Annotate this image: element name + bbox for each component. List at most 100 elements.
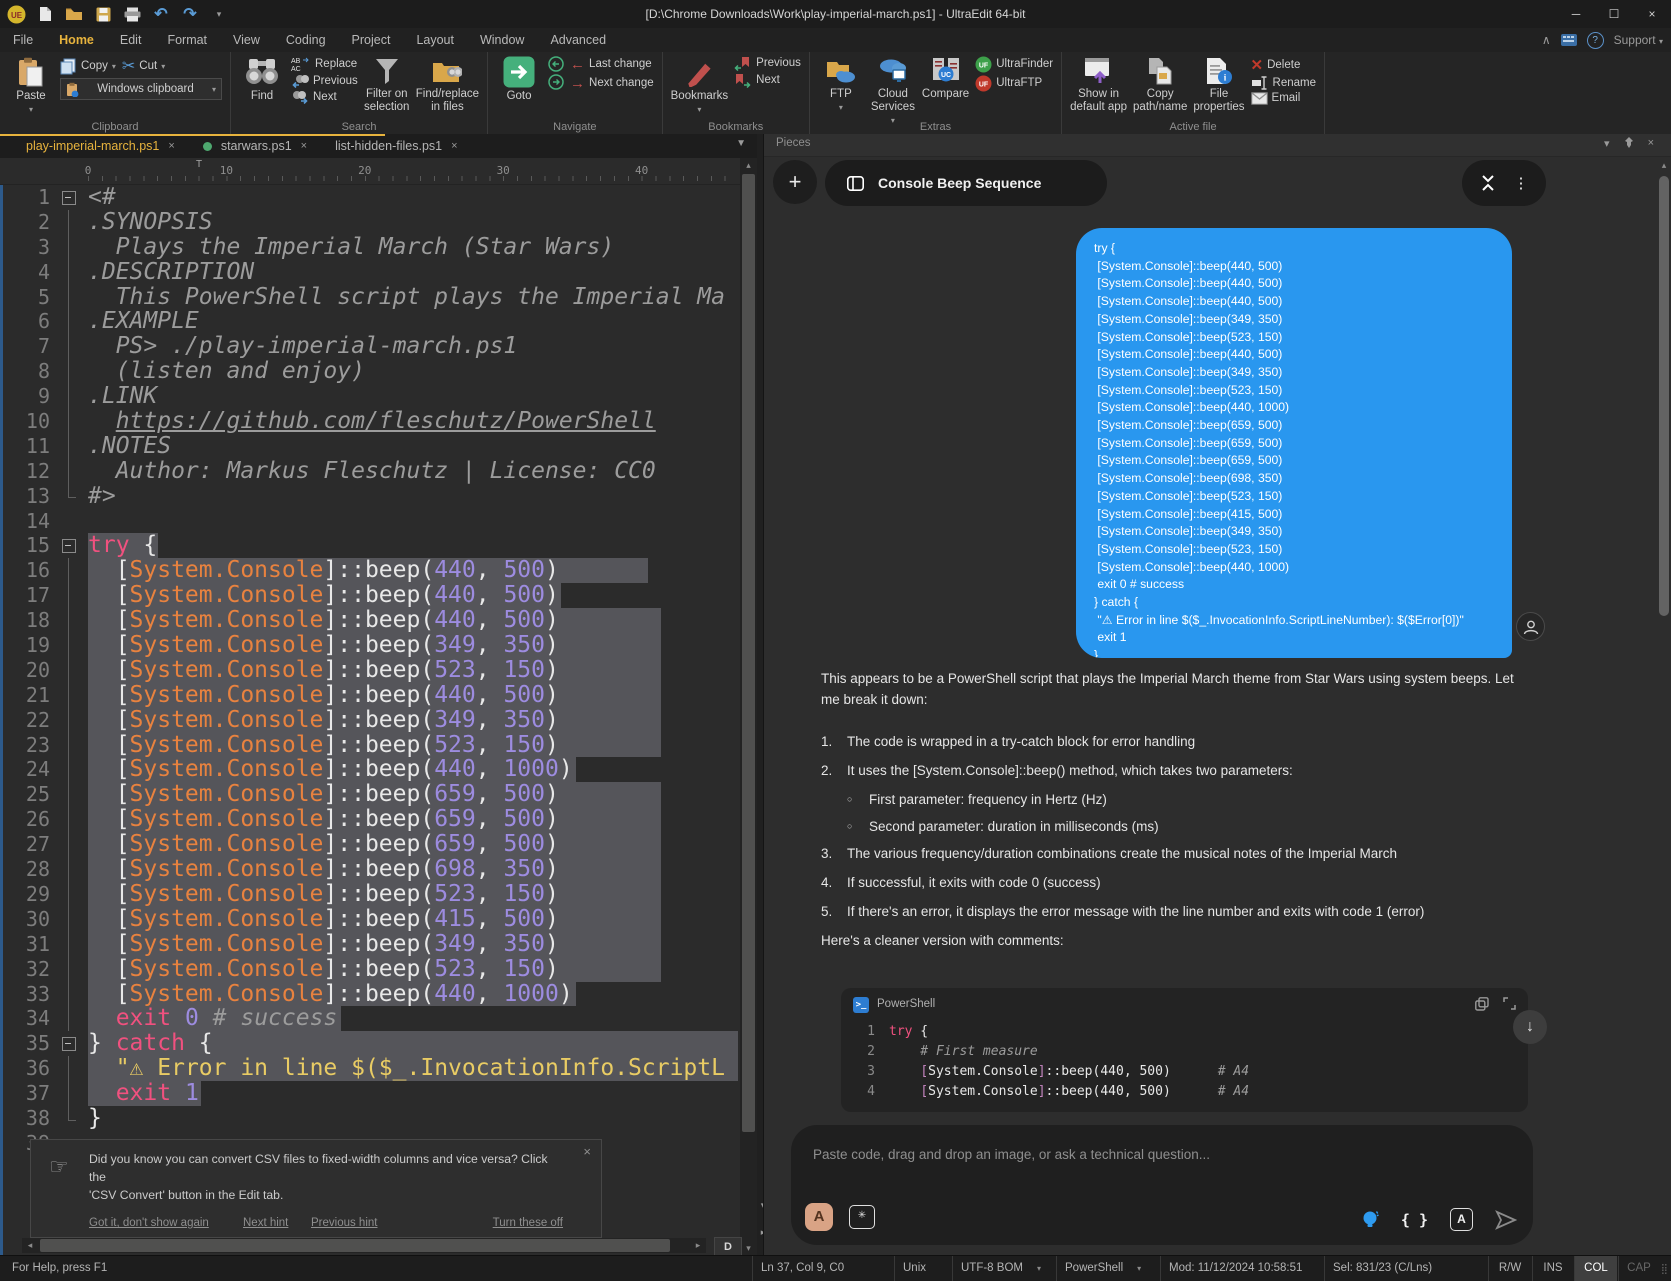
code-line[interactable]: 12 Author: Markus Fleschutz | License: C… bbox=[0, 459, 740, 484]
cloud-services-button[interactable]: Cloud Services▾ bbox=[870, 56, 916, 125]
ue-logo-icon[interactable]: UE bbox=[6, 4, 26, 24]
copy-path-name-button[interactable]: Copy path/name bbox=[1133, 56, 1187, 114]
pieces-scroll-thumb[interactable] bbox=[1659, 176, 1669, 616]
close-icon[interactable]: × bbox=[583, 1144, 591, 1159]
fold-toggle-icon[interactable] bbox=[62, 191, 76, 205]
code-line[interactable]: 37 exit 1 bbox=[0, 1081, 740, 1106]
code-line[interactable]: 29 [System.Console]::beep(523, 150) bbox=[0, 882, 740, 907]
show-in-default-app-button[interactable]: Show in default app bbox=[1070, 56, 1127, 114]
previous-button[interactable]: Previous bbox=[734, 56, 801, 71]
code-line[interactable]: 36 "⚠ Error in line $($_.InvocationInfo.… bbox=[0, 1056, 740, 1081]
close-icon[interactable]: × bbox=[301, 140, 307, 152]
menu-coding[interactable]: Coding bbox=[273, 28, 339, 52]
menu-view[interactable]: View bbox=[220, 28, 273, 52]
kebab-menu-icon[interactable]: ⋮ bbox=[1514, 174, 1529, 192]
goto-button[interactable]: Goto bbox=[496, 56, 542, 103]
close-icon[interactable]: × bbox=[1648, 137, 1654, 150]
open-folder-icon[interactable] bbox=[64, 4, 84, 24]
resize-grip[interactable]: ⣿ bbox=[1661, 1264, 1669, 1275]
code-line[interactable]: 22 [System.Console]::beep(349, 350) bbox=[0, 708, 740, 733]
ultrafinder-button[interactable]: UFUltraFinder bbox=[975, 56, 1053, 73]
delete-button[interactable]: ✕Delete bbox=[1251, 56, 1301, 74]
expand-code-icon[interactable] bbox=[1503, 997, 1516, 1011]
rename-button[interactable]: Rename bbox=[1251, 76, 1316, 90]
next-button[interactable]: Next bbox=[734, 73, 780, 88]
pieces-scrollbar[interactable]: ▴ bbox=[1658, 158, 1670, 1253]
email-button[interactable]: Email bbox=[1251, 92, 1301, 105]
redo-icon[interactable]: ↷ bbox=[180, 4, 200, 24]
status-powershell[interactable]: PowerShell▾ bbox=[1056, 1256, 1161, 1281]
last-change-button[interactable]: ←Last change bbox=[570, 56, 652, 73]
snippet-chat-icon[interactable]: ✳ bbox=[849, 1205, 875, 1229]
find-replace-in-files-button[interactable]: Find/replace in files bbox=[416, 56, 479, 114]
code-line[interactable]: 8 (listen and enjoy) bbox=[0, 359, 740, 384]
code-line[interactable]: 6.EXAMPLE bbox=[0, 309, 740, 334]
menu-window[interactable]: Window bbox=[467, 28, 537, 52]
code-line[interactable]: 17 [System.Console]::beep(440, 500) bbox=[0, 583, 740, 608]
scroll-to-bottom-button[interactable]: ↓ bbox=[1513, 1010, 1547, 1044]
ftp-button[interactable]: FTP▾ bbox=[818, 56, 864, 112]
code-line[interactable]: 20 [System.Console]::beep(523, 150) bbox=[0, 658, 740, 683]
next-button[interactable]: Next bbox=[291, 90, 337, 104]
vertical-scroll-thumb[interactable] bbox=[742, 174, 755, 1132]
keyboard-icon[interactable] bbox=[1561, 34, 1577, 46]
code-line[interactable]: 7 PS> ./play-imperial-march.ps1 bbox=[0, 334, 740, 359]
status-utf-8-bom[interactable]: UTF-8 BOM▾ bbox=[952, 1256, 1057, 1281]
code-line[interactable]: 18 [System.Console]::beep(440, 500) bbox=[0, 608, 740, 633]
close-button[interactable]: × bbox=[1633, 0, 1671, 28]
code-line[interactable]: 34 exit 0 # success bbox=[0, 1006, 740, 1031]
tab-play-imperial-march-ps1[interactable]: play-imperial-march.ps1× bbox=[14, 134, 187, 158]
status-ins[interactable]: INS bbox=[1532, 1256, 1573, 1281]
status-sel[interactable]: Sel: 831/23 (C/Lns) bbox=[1324, 1256, 1453, 1281]
file-properties-button[interactable]: iFile properties bbox=[1193, 56, 1244, 114]
copy-code-icon[interactable] bbox=[1475, 997, 1489, 1011]
code-line[interactable]: 25 [System.Console]::beep(659, 500) bbox=[0, 782, 740, 807]
code-line[interactable]: 23 [System.Console]::beep(523, 150) bbox=[0, 733, 740, 758]
status-r-w[interactable]: R/W bbox=[1488, 1256, 1531, 1281]
document-map-button[interactable]: D bbox=[714, 1237, 742, 1255]
pin-icon[interactable] bbox=[1624, 137, 1634, 150]
code-line[interactable]: 26 [System.Console]::beep(659, 500) bbox=[0, 807, 740, 832]
fold-toggle-icon[interactable] bbox=[62, 1037, 76, 1051]
menu-project[interactable]: Project bbox=[339, 28, 404, 52]
menu-edit[interactable]: Edit bbox=[107, 28, 155, 52]
maximize-button[interactable]: ☐ bbox=[1595, 0, 1633, 28]
bookmarks-button[interactable]: Bookmarks▾ bbox=[671, 56, 729, 114]
undo-icon[interactable]: ↶ bbox=[151, 4, 171, 24]
code-line[interactable]: 32 [System.Console]::beep(523, 150) bbox=[0, 957, 740, 982]
tab-list-dropdown-icon[interactable]: ▼ bbox=[736, 138, 746, 149]
next-hint-link[interactable]: Next hint bbox=[243, 1217, 288, 1229]
menu-home[interactable]: Home bbox=[46, 28, 107, 52]
code-lines[interactable]: 1<#2.SYNOPSIS3 Plays the Imperial March … bbox=[0, 185, 740, 1245]
code-line[interactable]: 2.SYNOPSIS bbox=[0, 210, 740, 235]
windows-clipboard-button[interactable]: Windows clipboard▾ bbox=[60, 78, 222, 100]
code-line[interactable]: 10 https://github.com/fleschutz/PowerShe… bbox=[0, 409, 740, 434]
turn-off-link[interactable]: Turn these off bbox=[493, 1217, 563, 1229]
scroll-left-icon[interactable]: ◂ bbox=[22, 1238, 38, 1252]
new-file-icon[interactable] bbox=[35, 4, 55, 24]
code-braces-icon[interactable]: { } bbox=[1401, 1211, 1428, 1229]
ultraftp-button[interactable]: UFUltraFTP bbox=[975, 75, 1042, 92]
scroll-up-icon[interactable]: ▴ bbox=[740, 158, 757, 172]
new-conversation-button[interactable]: + bbox=[773, 160, 817, 204]
fold-toggle-icon[interactable] bbox=[62, 539, 76, 553]
code-line[interactable]: 9.LINK bbox=[0, 384, 740, 409]
lightbulb-icon[interactable] bbox=[1361, 1209, 1379, 1231]
save-icon[interactable] bbox=[93, 4, 113, 24]
compare-button[interactable]: UCCompare bbox=[922, 56, 969, 101]
code-line[interactable]: 33 [System.Console]::beep(440, 1000) bbox=[0, 982, 740, 1007]
paste-button[interactable]: Paste▾ bbox=[8, 56, 54, 114]
code-line[interactable]: 35} catch { bbox=[0, 1031, 740, 1056]
code-line[interactable]: 16 [System.Console]::beep(440, 500) bbox=[0, 558, 740, 583]
find-button[interactable]: Find bbox=[239, 56, 285, 103]
status-mod[interactable]: Mod: 11/12/2024 10:58:51 pm bbox=[1160, 1256, 1325, 1281]
help-icon[interactable]: ? bbox=[1587, 32, 1604, 49]
scroll-down-icon[interactable]: ▾ bbox=[740, 1241, 757, 1255]
horizontal-scroll-thumb[interactable] bbox=[40, 1239, 670, 1252]
code-line[interactable]: 3 Plays the Imperial March (Star Wars) bbox=[0, 235, 740, 260]
item-button[interactable] bbox=[548, 56, 564, 72]
customize-arrow-icon[interactable]: ▾ bbox=[209, 4, 229, 24]
item-button[interactable] bbox=[548, 74, 564, 90]
replace-button[interactable]: ABACReplace bbox=[291, 56, 357, 72]
code-line[interactable]: 4.DESCRIPTION bbox=[0, 260, 740, 285]
